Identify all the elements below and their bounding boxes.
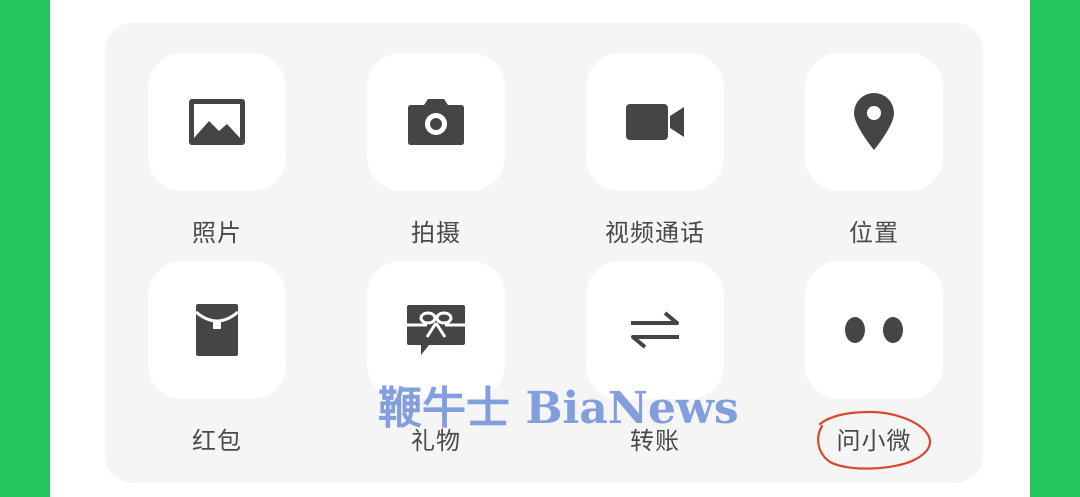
video-call-button[interactable]	[586, 53, 724, 191]
gift-icon	[407, 305, 465, 355]
watermark-text: 鞭牛士 BiaNews	[378, 383, 739, 434]
camera-label: 拍摄	[411, 219, 461, 247]
red-envelope-label: 红包	[192, 427, 242, 455]
red-envelope-icon	[195, 304, 239, 356]
camera-icon	[408, 99, 464, 145]
location-button[interactable]	[805, 53, 943, 191]
red-envelope-button[interactable]	[148, 261, 286, 399]
image-icon	[189, 99, 245, 145]
camera-button[interactable]	[367, 53, 505, 191]
transfer-arrows-icon	[631, 311, 679, 349]
photo-button[interactable]	[148, 53, 286, 191]
ask-xiaowei-button[interactable]	[805, 261, 943, 399]
video-camera-icon	[626, 104, 684, 140]
video-call-label: 视频通话	[605, 219, 705, 247]
photo-label: 照片	[192, 219, 242, 247]
location-label: 位置	[849, 219, 899, 247]
two-dots-icon	[845, 317, 903, 343]
ask-xiaowei-label: 问小微	[836, 427, 912, 455]
location-pin-icon	[854, 93, 894, 150]
